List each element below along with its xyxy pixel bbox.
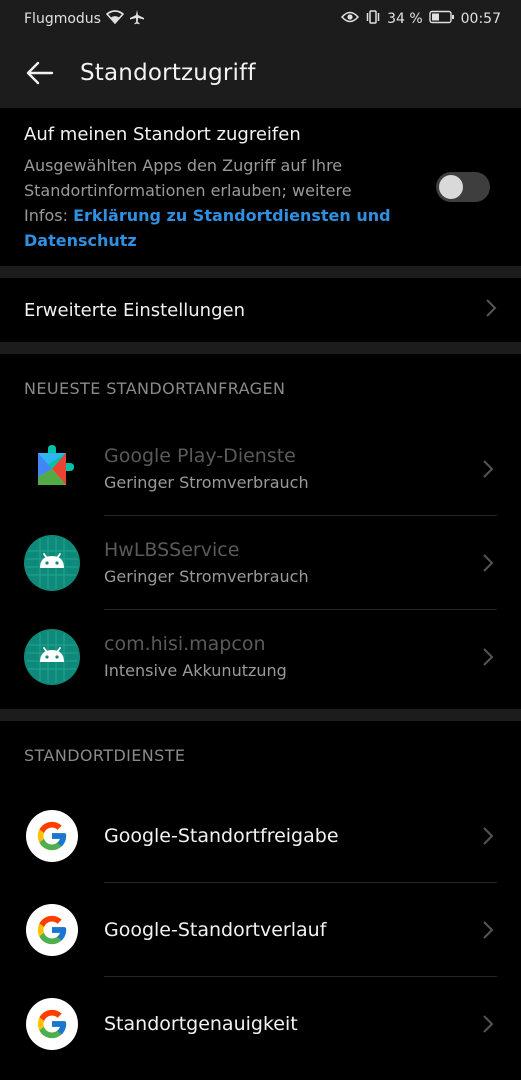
carrier-label: Flugmodus [24, 11, 101, 27]
battery-percent: 34 % [387, 11, 423, 27]
section-separator [0, 266, 521, 278]
privacy-link[interactable]: Erklärung zu Standortdiensten und Datens… [24, 206, 391, 250]
eye-icon [341, 11, 360, 27]
google-play-services-icon [24, 441, 80, 497]
chevron-right-icon [482, 647, 494, 671]
app-name: com.hisi.mapcon [104, 633, 266, 655]
advanced-settings-row[interactable]: Erweiterte Einstellungen [0, 278, 521, 342]
back-arrow-icon[interactable] [22, 55, 58, 91]
list-item[interactable]: Standortgenauigkeit [0, 977, 521, 1070]
location-access-toggle[interactable] [436, 172, 490, 202]
chevron-right-icon [485, 298, 497, 322]
service-label: Google-Standortverlauf [104, 918, 327, 941]
app-name: Google Play-Dienste [104, 445, 296, 467]
vibrate-icon [365, 9, 381, 29]
chevron-right-icon [482, 553, 494, 577]
google-g-icon [26, 997, 78, 1050]
app-bar: Standortzugriff [0, 38, 521, 108]
clock: 00:57 [460, 11, 501, 27]
toggle-knob [439, 175, 463, 199]
app-usage: Geringer Stromverbrauch [104, 473, 309, 492]
android-icon [24, 628, 80, 685]
battery-icon [428, 10, 455, 28]
advanced-settings-label: Erweiterte Einstellungen [24, 299, 245, 321]
location-services-section: STANDORTDIENSTE Google-Standortfreigabe … [0, 721, 521, 1070]
wifi-icon [105, 10, 125, 28]
chevron-right-icon [482, 1014, 494, 1038]
service-label: Google-Standortfreigabe [104, 824, 339, 847]
list-item[interactable]: HwLBSService Geringer Stromverbrauch [0, 516, 521, 609]
location-access-title: Auf meinen Standort zugreifen [24, 124, 301, 145]
status-bar: Flugmodus 34 % 00:57 [0, 0, 521, 38]
section-separator [0, 709, 521, 721]
chevron-right-icon [482, 459, 494, 483]
recent-requests-header: NEUESTE STANDORTANFRAGEN [24, 378, 286, 398]
list-item[interactable]: Google-Standortfreigabe [0, 789, 521, 882]
location-access-description: Ausgewählten Apps den Zugriff auf Ihre S… [24, 153, 394, 253]
section-separator [0, 342, 521, 354]
location-access-setting: Auf meinen Standort zugreifen Ausgewählt… [0, 108, 521, 266]
android-icon [24, 534, 80, 591]
service-label: Standortgenauigkeit [104, 1012, 298, 1035]
app-usage: Intensive Akkunutzung [104, 661, 287, 680]
list-item[interactable]: Google-Standortverlauf [0, 883, 521, 976]
app-usage: Geringer Stromverbrauch [104, 567, 309, 586]
app-name: HwLBSService [104, 539, 240, 561]
google-g-icon [26, 903, 78, 956]
google-g-icon [26, 809, 78, 862]
list-item[interactable]: com.hisi.mapcon Intensive Akkunutzung [0, 610, 521, 703]
chevron-right-icon [482, 920, 494, 944]
location-services-header: STANDORTDIENSTE [24, 745, 186, 765]
page-title: Standortzugriff [80, 60, 256, 86]
list-item[interactable]: Google Play-Dienste Geringer Stromverbra… [0, 422, 521, 515]
airplane-icon [129, 9, 145, 29]
recent-requests-section: NEUESTE STANDORTANFRAGEN Google Play-Die… [0, 354, 521, 709]
chevron-right-icon [482, 826, 494, 850]
